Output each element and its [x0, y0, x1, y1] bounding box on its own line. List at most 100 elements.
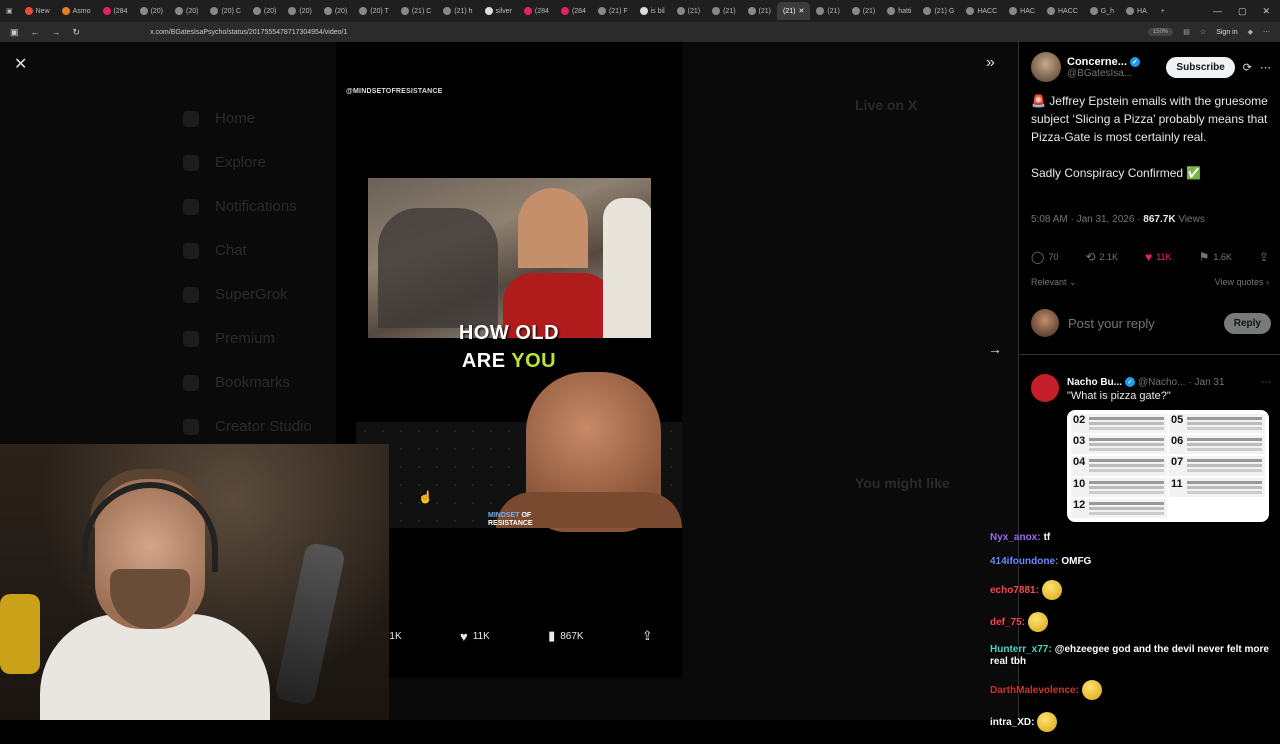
- browser-tab[interactable]: (21) F: [592, 2, 634, 20]
- chat-username[interactable]: DarthMalevolence:: [990, 685, 1079, 696]
- tab-favicon-icon: [676, 7, 685, 15]
- reply-tweet[interactable]: Nacho Bu... ✓ @Nacho... · Jan 31 ⋯ "What…: [1031, 368, 1271, 402]
- browser-tab[interactable]: G_h: [1084, 2, 1120, 20]
- browser-tab[interactable]: (20) T: [353, 2, 395, 20]
- browser-tab[interactable]: (21): [810, 2, 845, 20]
- expand-panel-icon[interactable]: »: [986, 54, 995, 72]
- browser-tab[interactable]: (284: [97, 2, 134, 20]
- browser-tab-active[interactable]: (21) ✕: [777, 2, 811, 20]
- maximize-icon[interactable]: ▢: [1238, 6, 1247, 17]
- more-options-icon[interactable]: ⋯: [1260, 61, 1271, 74]
- chat-message: Nyx_anox: tf: [990, 532, 1280, 544]
- chat-message: def_75:: [990, 612, 1280, 632]
- tab-favicon-icon: [639, 7, 648, 15]
- reply-infographic-image[interactable]: 02 05 03 06 04 07 10 11 12: [1067, 410, 1269, 522]
- browser-tab[interactable]: hatti: [881, 2, 917, 20]
- browser-tab[interactable]: (21): [706, 2, 741, 20]
- author-handle[interactable]: @BGatesIsa...: [1067, 68, 1166, 79]
- video-caption-line1: HOW OLD: [458, 322, 560, 344]
- browser-tab[interactable]: silver: [479, 2, 518, 20]
- back-icon[interactable]: ←: [31, 27, 40, 38]
- forward-icon[interactable]: →: [52, 27, 61, 38]
- chat-username[interactable]: echo7881:: [990, 585, 1039, 596]
- views-button[interactable]: ▮ 867K: [548, 628, 584, 644]
- browser-tab[interactable]: (20): [247, 2, 282, 20]
- author-name[interactable]: Concerne... ✓: [1067, 56, 1166, 68]
- close-tab-icon[interactable]: ✕: [798, 7, 804, 15]
- reply-input[interactable]: Post your reply: [1068, 316, 1155, 331]
- close-window-icon[interactable]: ✕: [1262, 6, 1270, 17]
- chat-username[interactable]: Nyx_anox:: [990, 532, 1041, 543]
- bookmark-count-button[interactable]: ⚑ 1.6K: [1199, 250, 1232, 264]
- browser-tab[interactable]: (20): [282, 2, 317, 20]
- reply-icon: ◯: [1031, 250, 1045, 264]
- reload-icon[interactable]: ↻: [73, 27, 81, 38]
- author-avatar[interactable]: [1031, 52, 1061, 82]
- browser-tab[interactable]: New: [19, 2, 56, 20]
- star-icon[interactable]: ☆: [1200, 28, 1206, 36]
- infographic-cell: 02: [1071, 414, 1167, 434]
- browser-tab[interactable]: (21): [846, 2, 881, 20]
- minimize-icon[interactable]: —: [1213, 6, 1222, 17]
- sidebar-toggle-icon[interactable]: ▣: [10, 27, 19, 38]
- relevant-dropdown[interactable]: Relevant ⌄: [1031, 277, 1077, 288]
- browser-tab[interactable]: (20) C: [204, 2, 246, 20]
- next-arrow-icon[interactable]: →: [988, 341, 1002, 357]
- browser-tab[interactable]: (21): [671, 2, 706, 20]
- reply-count-button[interactable]: ◯ 70: [1031, 250, 1058, 264]
- chat-message: intra_XD:: [990, 712, 1280, 732]
- more-options-icon[interactable]: ⋯: [1261, 377, 1271, 388]
- share-button[interactable]: ⇪: [642, 628, 653, 644]
- browser-tab[interactable]: Asmo: [56, 2, 97, 20]
- reply-button[interactable]: Reply: [1223, 312, 1271, 334]
- chat-username[interactable]: def_75:: [990, 617, 1025, 628]
- browser-tab[interactable]: (20): [169, 2, 204, 20]
- browser-tab[interactable]: HA: [1120, 2, 1153, 20]
- browser-tab[interactable]: (21) G: [917, 2, 960, 20]
- video-watermark-bottom: MINDSET OF RESISTANCE: [488, 512, 533, 527]
- browser-tab[interactable]: (284: [518, 2, 555, 20]
- browser-tab[interactable]: (284: [555, 2, 592, 20]
- chat-username[interactable]: 414ifoundone:: [990, 556, 1058, 567]
- grok-icon[interactable]: ⟳: [1243, 61, 1252, 74]
- tab-favicon-icon: [560, 7, 569, 15]
- tab-actions-icon[interactable]: ▣: [0, 7, 19, 15]
- url-field[interactable]: x.com/BGatesIsaPsycho/status/20175554787…: [150, 29, 347, 36]
- retweet-count-button[interactable]: ⟲ 2.1K: [1085, 250, 1118, 264]
- chevron-right-icon: ›: [1266, 277, 1269, 287]
- subscribe-button[interactable]: Subscribe: [1166, 56, 1235, 78]
- tab-favicon-icon: [597, 7, 606, 15]
- like-count-button[interactable]: ♥ 11K: [1145, 250, 1171, 264]
- browser-tab[interactable]: (21) C: [395, 2, 437, 20]
- reply-author-handle[interactable]: @Nacho...: [1138, 377, 1185, 388]
- tab-favicon-icon: [400, 7, 409, 15]
- browser-tab[interactable]: (21) h: [437, 2, 478, 20]
- menu-icon[interactable]: ⋯: [1263, 28, 1270, 36]
- reader-icon[interactable]: ▤: [1183, 28, 1190, 36]
- reply-date[interactable]: · Jan 31: [1188, 377, 1224, 388]
- ghost-nav-item: Chat: [175, 229, 312, 273]
- new-tab-icon[interactable]: +: [1153, 8, 1173, 15]
- browser-tab[interactable]: (21): [742, 2, 777, 20]
- browser-tab[interactable]: HACC: [960, 2, 1003, 20]
- browser-tab[interactable]: is bil: [634, 2, 671, 20]
- mouse-cursor-icon: ☝: [418, 490, 433, 504]
- chat-username[interactable]: Hunterr_x77:: [990, 644, 1052, 655]
- extension-icon[interactable]: ◆: [1248, 28, 1253, 36]
- browser-tab[interactable]: (20): [134, 2, 169, 20]
- close-icon[interactable]: ✕: [14, 54, 27, 74]
- browser-tab[interactable]: HAC: [1003, 2, 1041, 20]
- share-button[interactable]: ⇪: [1259, 250, 1269, 264]
- sign-in-button[interactable]: Sign in: [1216, 29, 1237, 36]
- chat-username[interactable]: intra_XD:: [990, 717, 1034, 728]
- reply-author-name[interactable]: Nacho Bu...: [1067, 377, 1122, 388]
- tab-favicon-icon: [1009, 7, 1018, 15]
- siren-emoji-icon: 🚨: [1031, 94, 1046, 108]
- browser-tab[interactable]: HACC: [1041, 2, 1084, 20]
- browser-tab[interactable]: (20): [318, 2, 353, 20]
- zoom-indicator[interactable]: 150%: [1147, 28, 1174, 36]
- check-emoji-icon: ✅: [1186, 166, 1202, 180]
- view-quotes-link[interactable]: View quotes ›: [1215, 277, 1269, 288]
- reply-author-avatar[interactable]: [1031, 374, 1059, 402]
- like-button[interactable]: ♥ 11K: [460, 629, 490, 644]
